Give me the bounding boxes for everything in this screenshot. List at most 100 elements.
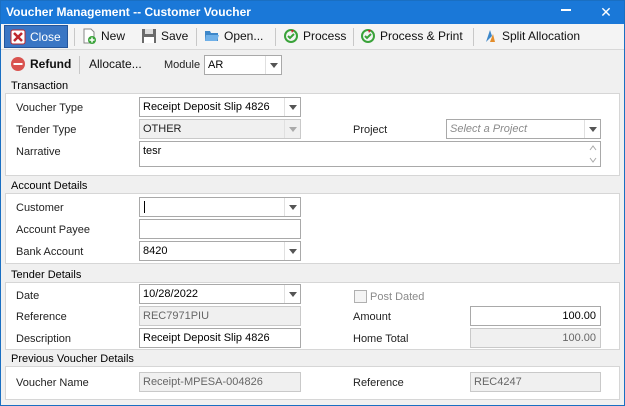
customer-select[interactable]	[139, 197, 301, 217]
narrative-textarea[interactable]: tesr	[139, 141, 601, 167]
project-label: Project	[353, 124, 388, 136]
account-payee-input[interactable]	[139, 219, 301, 239]
save-icon	[142, 29, 156, 43]
transaction-section-title: Transaction	[11, 80, 69, 92]
tender-type-select[interactable]: OTHER	[139, 119, 301, 139]
post-dated-label: Post Dated	[370, 291, 425, 303]
process-button[interactable]: Process	[283, 25, 346, 48]
description-input[interactable]: Receipt Deposit Slip 4826	[139, 328, 301, 348]
tender-section-title: Tender Details	[11, 269, 82, 281]
new-document-icon	[83, 28, 96, 44]
amount-value: 100.00	[562, 310, 596, 322]
open-button[interactable]: Open...	[204, 25, 263, 48]
project-select[interactable]: Select a Project	[446, 119, 601, 139]
date-value: 10/28/2022	[143, 288, 199, 300]
voucher-window: Voucher Management -- Customer Voucher ✕…	[0, 0, 625, 406]
new-button[interactable]: New	[81, 25, 125, 48]
tender-type-value: OTHER	[143, 123, 182, 135]
open-button-label: Open...	[224, 29, 264, 43]
module-value: AR	[208, 59, 224, 71]
voucher-type-label: Voucher Type	[16, 102, 84, 114]
close-button[interactable]: Close	[4, 25, 68, 48]
amount-input[interactable]: 100.00	[470, 306, 601, 326]
module-label: Module	[164, 59, 201, 71]
amount-label: Amount	[353, 311, 391, 323]
save-button[interactable]: Save	[141, 25, 188, 48]
refund-icon	[11, 57, 25, 71]
text-cursor	[144, 201, 145, 213]
process-icon	[284, 29, 298, 43]
account-payee-label: Account Payee	[16, 224, 90, 236]
secondary-toolbar: Refund Allocate... Module AR	[1, 51, 624, 77]
voucher-name-input[interactable]: Receipt-MPESA-004826	[139, 372, 301, 392]
voucher-type-select[interactable]: Receipt Deposit Slip 4826	[139, 97, 301, 117]
toolbar-separator	[196, 28, 197, 46]
project-placeholder: Select a Project	[450, 123, 528, 135]
date-picker[interactable]: 10/28/2022	[139, 284, 301, 304]
process-print-button-label: Process & Print	[380, 29, 463, 43]
previous-section: Voucher Name Receipt-MPESA-004826 Refere…	[5, 366, 620, 400]
title-bar: Voucher Management -- Customer Voucher ✕	[1, 1, 624, 24]
previous-section-title: Previous Voucher Details	[11, 353, 134, 365]
previous-reference-label: Reference	[353, 377, 404, 389]
toolbar-separator	[74, 28, 75, 46]
account-section-title: Account Details	[11, 180, 88, 192]
chevron-down-icon[interactable]	[284, 98, 300, 116]
bank-account-select[interactable]: 8420	[139, 241, 301, 261]
save-button-label: Save	[161, 29, 189, 43]
reference-value: REC7971PIU	[143, 310, 210, 322]
process-button-label: Process	[303, 29, 347, 43]
refund-button[interactable]: Refund	[10, 53, 71, 76]
reference-label: Reference	[16, 311, 67, 323]
allocate-button-label: Allocate...	[89, 57, 142, 71]
previous-reference-value: REC4247	[474, 376, 522, 388]
toolbar-separator	[353, 28, 354, 46]
chevron-down-icon[interactable]	[284, 198, 300, 216]
toolbar-separator	[275, 28, 276, 46]
chevron-down-icon[interactable]	[284, 120, 300, 138]
post-dated-checkbox[interactable]	[354, 290, 367, 303]
minimize-button[interactable]	[561, 9, 571, 11]
narrative-value: tesr	[143, 145, 162, 157]
chevron-down-icon[interactable]	[265, 56, 281, 74]
refund-button-label: Refund	[30, 57, 72, 71]
chevron-down-icon[interactable]	[284, 242, 300, 260]
tender-type-label: Tender Type	[16, 124, 77, 136]
folder-icon	[205, 31, 219, 41]
transaction-section: Voucher Type Receipt Deposit Slip 4826 T…	[5, 93, 620, 176]
window-title: Voucher Management -- Customer Voucher	[6, 5, 251, 19]
split-allocation-button-label: Split Allocation	[502, 29, 581, 43]
bank-account-label: Bank Account	[16, 246, 84, 258]
toolbar-separator	[473, 28, 474, 46]
split-allocation-button[interactable]: Split Allocation	[482, 25, 580, 48]
window-close-button[interactable]: ✕	[590, 2, 622, 22]
allocate-button[interactable]: Allocate...	[89, 53, 142, 76]
previous-reference-input[interactable]: REC4247	[470, 372, 601, 392]
voucher-type-value: Receipt Deposit Slip 4826	[143, 101, 270, 113]
customer-label: Customer	[16, 202, 64, 214]
toolbar-separator	[79, 56, 80, 74]
voucher-name-value: Receipt-MPESA-004826	[143, 376, 263, 388]
date-label: Date	[16, 290, 40, 302]
home-total-input[interactable]: 100.00	[470, 328, 601, 348]
narrative-label: Narrative	[16, 146, 61, 158]
reference-input[interactable]: REC7971PIU	[139, 306, 301, 326]
chevron-down-icon[interactable]	[284, 285, 300, 303]
voucher-name-label: Voucher Name	[16, 377, 89, 389]
split-allocation-icon	[486, 30, 495, 42]
new-button-label: New	[101, 29, 126, 43]
tender-section: Date 10/28/2022 Post Dated Reference REC…	[5, 282, 620, 350]
chevron-down-icon[interactable]	[584, 120, 600, 138]
description-label: Description	[16, 333, 72, 345]
main-toolbar: Close New Save Open... Process Process &…	[1, 24, 624, 50]
close-icon	[10, 29, 26, 45]
module-select[interactable]: AR	[204, 55, 282, 75]
scroll-arrows-icon[interactable]	[589, 144, 597, 164]
bank-account-value: 8420	[143, 245, 168, 257]
home-total-label: Home Total	[353, 333, 409, 345]
close-button-label: Close	[30, 30, 61, 44]
process-print-button[interactable]: Process & Print	[360, 25, 463, 48]
process-print-icon	[361, 29, 375, 43]
description-value: Receipt Deposit Slip 4826	[143, 332, 270, 344]
home-total-value: 100.00	[562, 332, 596, 344]
